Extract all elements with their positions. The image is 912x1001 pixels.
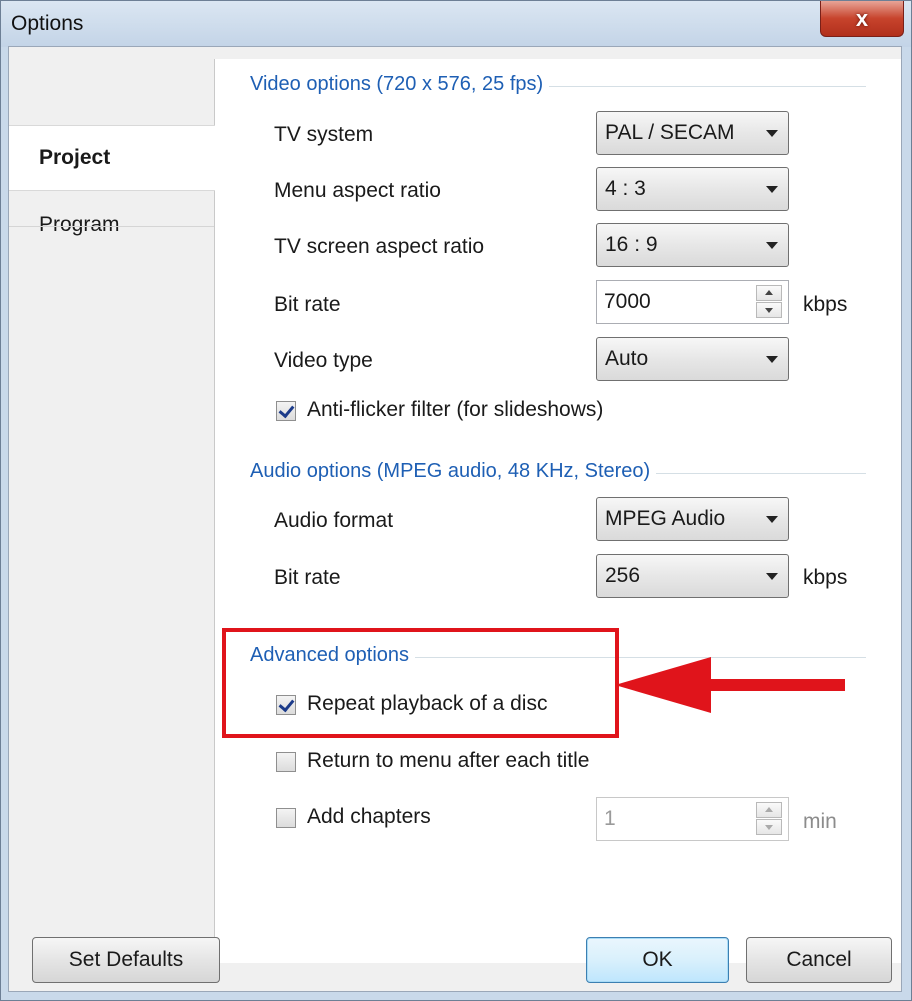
video-bit-rate-unit: kbps <box>803 293 848 316</box>
nav-item-project[interactable]: Project <box>9 125 215 191</box>
video-bit-rate-value: 7000 <box>604 290 651 313</box>
close-button[interactable]: x <box>820 1 904 37</box>
tv-aspect-value: 16 : 9 <box>605 233 658 256</box>
tv-aspect-select[interactable]: 16 : 9 <box>596 223 789 267</box>
audio-options-title: Audio options (MPEG audio, 48 KHz, Stere… <box>250 460 657 483</box>
add-chapters-checkbox[interactable] <box>276 808 296 828</box>
chevron-down-icon <box>766 242 778 249</box>
spin-up-button[interactable] <box>756 285 782 301</box>
nav-item-label: Project <box>39 146 111 169</box>
chapters-interval-spinner <box>756 802 782 836</box>
audio-format-select[interactable]: MPEG Audio <box>596 497 789 541</box>
ok-button[interactable]: OK <box>586 937 729 983</box>
video-type-value: Auto <box>605 347 649 370</box>
spin-up-button[interactable] <box>756 802 782 818</box>
chevron-down-icon <box>766 516 778 523</box>
video-options-title: Video options (720 x 576, 25 fps) <box>250 73 550 96</box>
annotation-highlight-box <box>222 628 619 738</box>
nav-separator <box>9 226 214 227</box>
chevron-down-icon <box>766 186 778 193</box>
cancel-button[interactable]: Cancel <box>746 937 892 983</box>
category-nav: Project Program <box>9 59 215 963</box>
video-bit-rate-label: Bit rate <box>274 293 341 316</box>
chapters-interval-input[interactable]: 1 <box>596 797 789 841</box>
chapters-interval-value: 1 <box>604 807 616 830</box>
tv-system-value: PAL / SECAM <box>605 121 735 144</box>
spin-down-button[interactable] <box>756 819 782 835</box>
menu-aspect-label: Menu aspect ratio <box>274 179 441 202</box>
close-icon: x <box>855 5 869 31</box>
audio-format-label: Audio format <box>274 509 394 532</box>
anti-flicker-label[interactable]: Anti-flicker filter (for slideshows) <box>307 398 603 422</box>
video-bit-rate-spinner <box>756 285 782 319</box>
audio-bit-rate-select[interactable]: 256 <box>596 554 789 598</box>
menu-aspect-value: 4 : 3 <box>605 177 646 200</box>
chapters-interval-unit: min <box>803 810 837 833</box>
tv-system-select[interactable]: PAL / SECAM <box>596 111 789 155</box>
return-to-menu-label[interactable]: Return to menu after each title <box>307 749 590 773</box>
nav-item-program[interactable]: Program <box>9 192 214 258</box>
video-type-label: Video type <box>274 349 373 372</box>
window-title: Options <box>11 12 84 35</box>
return-to-menu-checkbox[interactable] <box>276 752 296 772</box>
chevron-down-icon <box>766 573 778 580</box>
chevron-down-icon <box>766 130 778 137</box>
audio-bit-rate-value: 256 <box>605 564 641 587</box>
nav-item-label: Program <box>39 213 120 236</box>
tv-aspect-label: TV screen aspect ratio <box>274 235 485 258</box>
tv-system-label: TV system <box>274 123 374 146</box>
chevron-down-icon <box>766 356 778 363</box>
menu-aspect-select[interactable]: 4 : 3 <box>596 167 789 211</box>
spin-down-button[interactable] <box>756 302 782 318</box>
audio-format-value: MPEG Audio <box>605 507 726 530</box>
add-chapters-label[interactable]: Add chapters <box>307 805 431 829</box>
video-type-select[interactable]: Auto <box>596 337 789 381</box>
anti-flicker-checkbox[interactable] <box>276 401 296 421</box>
title-bar[interactable]: Options x <box>1 1 911 47</box>
set-defaults-button[interactable]: Set Defaults <box>32 937 220 983</box>
video-bit-rate-input[interactable]: 7000 <box>596 280 789 324</box>
audio-bit-rate-label: Bit rate <box>274 566 341 589</box>
annotation-arrow-icon <box>615 657 845 713</box>
audio-bit-rate-unit: kbps <box>803 566 848 589</box>
